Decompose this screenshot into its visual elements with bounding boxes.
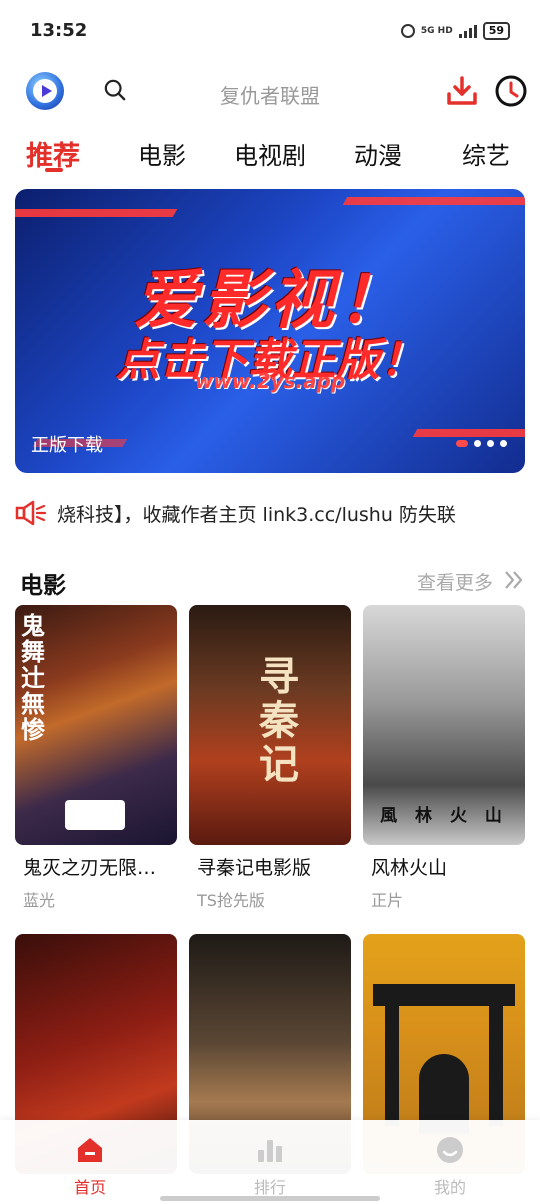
banner-url: www.2ys.app [194, 369, 346, 393]
pagination-dot [456, 440, 468, 447]
movie-card[interactable]: 寻秦记 寻秦记电影版 TS抢先版 [189, 605, 351, 915]
nav-profile-label: 我的 [433, 1178, 466, 1197]
movie-poster[interactable]: 鬼舞辻無惨 [15, 605, 177, 845]
double-chevron-right-icon[interactable] [502, 568, 526, 592]
nav-ranking[interactable]: 排行 [220, 1134, 320, 1198]
movie-card[interactable]: 風 林 火 山 风林火山 正片 [363, 605, 525, 915]
movie-card[interactable] [363, 934, 525, 1174]
movie-card[interactable]: 鬼舞辻無惨 鬼灭之刃无限… 蓝光 [15, 605, 177, 915]
poster-title-text: 寻秦记 [259, 653, 299, 788]
see-more-link[interactable]: 查看更多 [417, 568, 493, 595]
network-label: 5G HD [420, 25, 453, 36]
nav-profile[interactable]: 我的 [400, 1134, 500, 1198]
nav-home-label: 首页 [73, 1178, 106, 1197]
movie-title: 寻秦记电影版 [197, 857, 312, 879]
battery-indicator: 59 [482, 22, 510, 40]
movie-title: 风林火山 [371, 857, 448, 879]
top-bar: 复仇者联盟 [0, 65, 540, 120]
movies-section-header: 电影 查看更多 [0, 562, 540, 602]
status-bar: 13:52 5G HD 59 [0, 0, 540, 60]
home-icon [78, 1138, 102, 1162]
section-title: 电影 [20, 573, 66, 599]
tab-tv-series[interactable]: 电视剧 [234, 136, 306, 171]
bottom-navigation: 首页 排行 我的 [0, 1120, 540, 1204]
movie-quality-tag: 蓝光 [23, 891, 56, 910]
search-input[interactable]: 复仇者联盟 [220, 80, 320, 109]
poster-title-text: 風 林 火 山 [380, 806, 508, 826]
pagination-dot [500, 440, 507, 447]
category-tabs: 推荐 电影 电视剧 动漫 综艺 [0, 132, 540, 182]
notice-text: 烧科技】，收藏作者主页 link3.cc/lushu 防失联 [57, 504, 456, 526]
pagination-dot [487, 440, 494, 447]
pagination-dot [474, 440, 481, 447]
tab-active-indicator [45, 168, 63, 172]
poster-title-text: 鬼舞辻無惨 [21, 611, 45, 744]
tab-anime[interactable]: 动漫 [354, 136, 402, 171]
download-icon[interactable] [446, 75, 478, 107]
notice-marquee[interactable]: 烧科技】，收藏作者主页 link3.cc/lushu 防失联 [15, 495, 525, 531]
profile-icon [437, 1137, 463, 1163]
alarm-icon [400, 24, 415, 38]
movie-poster[interactable]: 寻秦记 [189, 605, 351, 845]
nav-home[interactable]: 首页 [40, 1134, 140, 1198]
status-icons: 5G HD 59 [400, 22, 510, 40]
banner-caption: 正版下载 [31, 435, 103, 456]
movie-card[interactable] [15, 934, 177, 1174]
speaker-icon [15, 500, 47, 526]
tab-movies[interactable]: 电影 [138, 136, 186, 171]
signal-icon [458, 24, 477, 38]
tab-variety[interactable]: 综艺 [462, 136, 510, 171]
movie-poster[interactable]: 風 林 火 山 [363, 605, 525, 845]
search-icon[interactable] [104, 79, 126, 101]
status-time: 13:52 [30, 20, 88, 41]
movie-card[interactable] [189, 934, 351, 1174]
history-icon[interactable] [494, 74, 528, 108]
movie-quality-tag: TS抢先版 [197, 891, 265, 910]
ranking-icon [258, 1140, 282, 1162]
movie-quality-tag: 正片 [371, 891, 404, 910]
app-logo-icon[interactable] [26, 72, 64, 110]
promo-banner[interactable]: 爱影视！ 点击下载正版！ www.2ys.app 正版下载 [15, 189, 525, 473]
nav-ranking-label: 排行 [253, 1178, 286, 1197]
movie-title: 鬼灭之刃无限… [23, 857, 157, 879]
home-indicator [160, 1196, 380, 1201]
banner-pagination [456, 440, 507, 447]
